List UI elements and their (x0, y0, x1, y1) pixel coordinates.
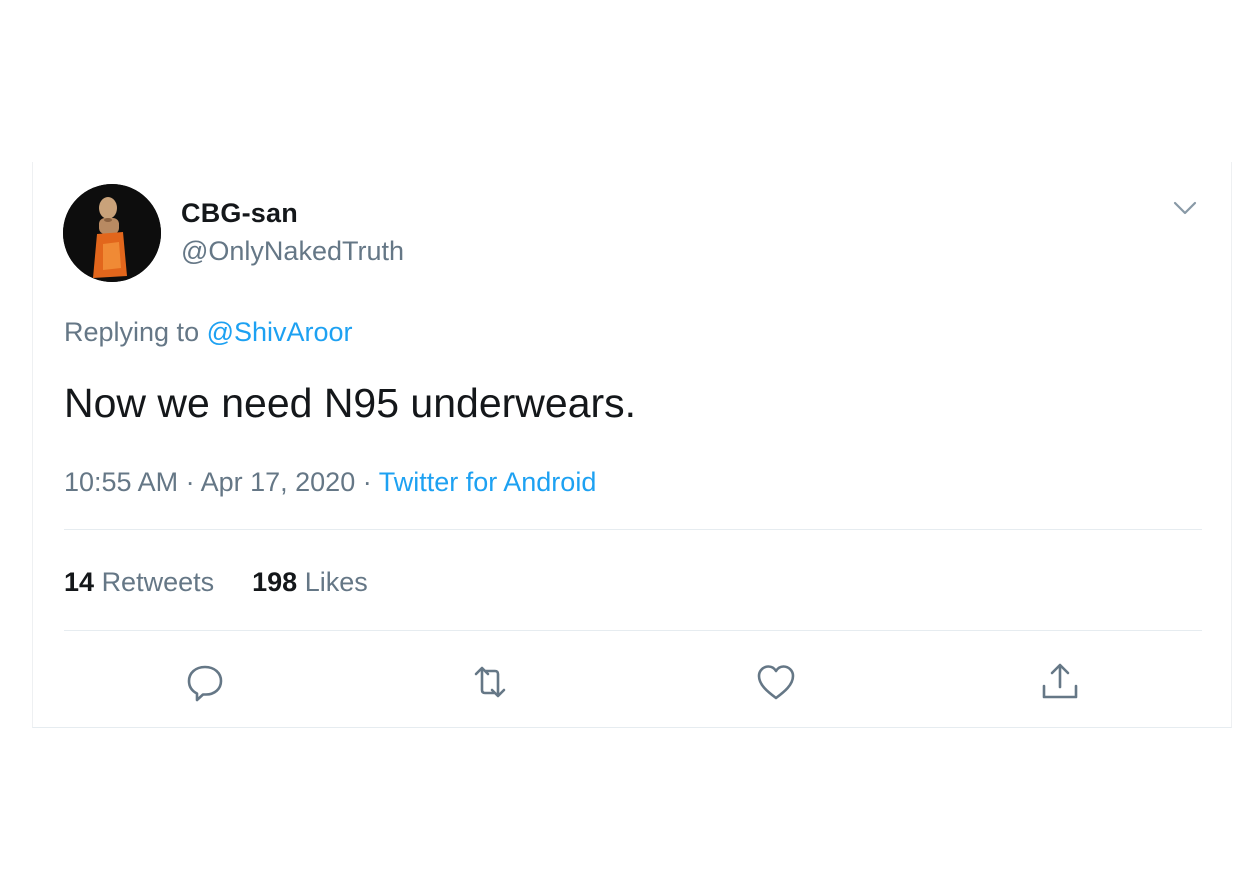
likes-stat[interactable]: 198 Likes (252, 564, 368, 600)
tweet-time[interactable]: 10:55 AM (64, 467, 178, 497)
tweet-metadata: 10:55 AM · Apr 17, 2020 · Twitter for An… (64, 464, 596, 500)
replying-to-line: Replying to @ShivAroor (64, 314, 353, 350)
reply-to-mention-link[interactable]: @ShivAroor (207, 317, 353, 347)
divider (64, 529, 1202, 530)
reply-icon[interactable] (183, 660, 227, 704)
retweets-stat[interactable]: 14 Retweets (64, 564, 214, 600)
tweet-text: Now we need N95 underwears. (64, 380, 637, 426)
retweet-icon[interactable] (468, 660, 512, 704)
tweet-source-link[interactable]: Twitter for Android (379, 467, 597, 497)
meta-separator: · (355, 467, 379, 497)
like-icon[interactable] (754, 660, 798, 704)
replying-to-label: Replying to (64, 317, 207, 347)
engagement-stats: 14 Retweets 198 Likes (64, 564, 406, 600)
more-options-chevron-down-icon[interactable] (1171, 198, 1199, 218)
tweet-card[interactable]: CBG-san @OnlyNakedTruth Replying to @Shi… (32, 162, 1232, 728)
action-bar (33, 652, 1231, 712)
likes-label: Likes (304, 567, 368, 597)
author-block[interactable]: CBG-san @OnlyNakedTruth (181, 196, 404, 268)
avatar[interactable] (63, 184, 161, 282)
meta-separator: · (178, 467, 201, 497)
author-handle[interactable]: @OnlyNakedTruth (181, 234, 404, 268)
author-display-name[interactable]: CBG-san (181, 196, 404, 230)
avatar-image (63, 184, 161, 282)
share-icon[interactable] (1038, 660, 1082, 704)
retweets-count: 14 (64, 567, 95, 597)
likes-count: 198 (252, 567, 298, 597)
divider (64, 630, 1202, 631)
retweets-label: Retweets (101, 567, 215, 597)
tweet-date[interactable]: Apr 17, 2020 (201, 467, 356, 497)
